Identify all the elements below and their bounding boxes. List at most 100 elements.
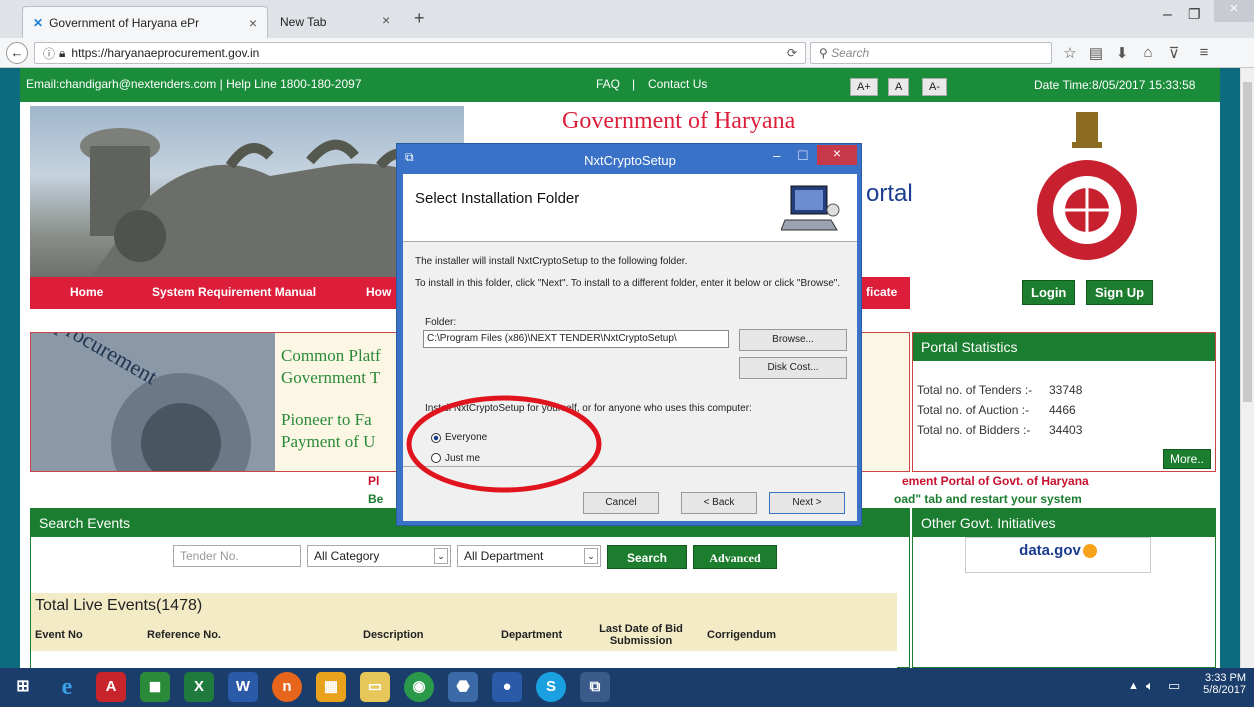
column-header: Reference No. xyxy=(147,629,221,641)
page-scrollbar[interactable] xyxy=(1240,68,1254,668)
column-header: Event No xyxy=(35,629,83,641)
next-button[interactable]: Next > xyxy=(769,492,845,514)
installer-taskbar-icon[interactable]: ⧉ xyxy=(580,672,610,702)
chrome-icon[interactable]: ◉ xyxy=(404,672,434,702)
tab-title: New Tab xyxy=(280,15,327,29)
info-icon[interactable]: ⓘ xyxy=(43,45,55,62)
acrobat-icon[interactable]: A xyxy=(96,672,126,702)
data-gov-logo: data.gov xyxy=(1019,542,1081,559)
folder-label: Folder: xyxy=(425,317,457,328)
app-icon[interactable]: n xyxy=(272,672,302,702)
data-gov-link[interactable]: data.gov xyxy=(965,537,1151,573)
firefox-favicon-icon: ✕ xyxy=(33,15,44,30)
banner-line: Common Platf xyxy=(281,346,381,365)
faq-link[interactable]: FAQ xyxy=(596,77,620,91)
minimize-button[interactable]: – xyxy=(1163,6,1172,24)
menu-certificate[interactable]: ficate xyxy=(866,285,897,299)
department-select[interactable]: All Department ⌄ xyxy=(457,545,601,567)
windows-start-icon[interactable]: ⊞ xyxy=(8,672,38,702)
haryana-emblem xyxy=(1032,110,1142,266)
gear-icon: procurement xyxy=(31,333,275,471)
url-bar[interactable]: ⓘ 🔒︎ https://haryanaeprocurement.gov.in … xyxy=(34,42,806,64)
reading-list-icon[interactable]: ▤ xyxy=(1086,44,1106,62)
tab-haryana[interactable]: ✕ Government of Haryana ePr × xyxy=(22,6,268,38)
banner-line: Government T xyxy=(281,368,381,387)
folder-icon[interactable]: ▭ xyxy=(360,672,390,702)
volume-icon[interactable]: 🔈︎ xyxy=(1146,678,1154,694)
column-header: Corrigendum xyxy=(707,629,777,641)
clock[interactable]: 3:33 PM 5/8/2017 xyxy=(1190,672,1246,696)
scrollbar-thumb[interactable] xyxy=(1243,82,1252,402)
stat-value: 4466 xyxy=(1049,403,1076,417)
dialog-heading: Select Installation Folder xyxy=(415,190,580,207)
site-subtitle: ortal xyxy=(866,180,913,207)
network-icon[interactable]: ▭ xyxy=(1168,678,1180,694)
browse-button[interactable]: Browse... xyxy=(739,329,847,351)
data-gov-logo-icon xyxy=(1082,544,1097,559)
reload-icon[interactable]: ⟳ xyxy=(787,46,797,60)
banner-line: Payment of U xyxy=(281,432,376,451)
disk-cost-button[interactable]: Disk Cost... xyxy=(739,357,847,379)
download-icon[interactable]: ⬇ xyxy=(1112,44,1132,62)
internet-explorer-icon[interactable]: e xyxy=(52,672,82,702)
font-decrease-button[interactable]: A- xyxy=(922,78,947,96)
install-info-line2: To install in this folder, click "Next".… xyxy=(415,278,841,289)
new-tab-button[interactable]: + xyxy=(414,8,425,29)
stat-label: Total no. of Bidders :- xyxy=(917,423,1031,437)
folder-path-input[interactable]: C:\Program Files (x86)\NEXT TENDER\NxtCr… xyxy=(423,330,729,348)
restore-button[interactable]: ❐ xyxy=(1188,6,1201,23)
contact-us-link[interactable]: Contact Us xyxy=(648,77,707,91)
url-text: https://haryanaeprocurement.gov.in xyxy=(71,46,260,60)
column-header: Description xyxy=(363,629,424,641)
tray-arrow-icon[interactable]: ▲ xyxy=(1128,680,1139,692)
chevron-down-icon: ⌄ xyxy=(584,548,598,564)
more-button[interactable]: More.. xyxy=(1162,449,1211,469)
notice-fragment: oad" tab and restart your system xyxy=(894,492,1082,506)
file-manager-icon[interactable]: ▦ xyxy=(316,672,346,702)
excel-icon[interactable]: X xyxy=(184,672,214,702)
menu-system-requirement-manual[interactable]: System Requirement Manual xyxy=(152,285,316,299)
search-events-panel: Search Events Tender No. All Category ⌄ A… xyxy=(30,508,910,668)
font-increase-button[interactable]: A+ xyxy=(850,78,878,96)
back-arrow-icon[interactable]: ← xyxy=(6,42,28,64)
tab-title: Government of Haryana ePr xyxy=(49,15,200,30)
font-normal-button[interactable]: A xyxy=(888,78,910,96)
bookmark-star-icon[interactable]: ☆ xyxy=(1060,44,1080,62)
signup-button[interactable]: Sign Up xyxy=(1086,280,1154,305)
tender-number-input[interactable]: Tender No. xyxy=(173,545,301,567)
navigation-bar: ← ⓘ 🔒︎ https://haryanaeprocurement.gov.i… xyxy=(0,38,1254,68)
network-app-icon[interactable]: ⬣ xyxy=(448,672,478,702)
firefox-icon[interactable]: ● xyxy=(492,672,522,702)
dialog-close-button[interactable]: × xyxy=(817,145,857,165)
table-row xyxy=(31,651,897,668)
events-table: Total Live Events(1478) Event No Referen… xyxy=(31,593,897,668)
computer-setup-icon xyxy=(781,185,840,231)
home-icon[interactable]: ⌂ xyxy=(1138,44,1158,61)
portal-statistics-heading: Portal Statistics xyxy=(913,333,1215,361)
stat-value: 33748 xyxy=(1049,383,1083,397)
notice-fragment: Pl xyxy=(368,474,380,488)
back-button[interactable]: < Back xyxy=(681,492,757,514)
skype-icon[interactable]: S xyxy=(536,672,566,702)
tab-close-icon[interactable]: × xyxy=(249,15,257,31)
other-initiatives-panel: Other Govt. Initiatives data.gov xyxy=(912,508,1216,668)
banner-text: Common Platf Government T Pioneer to Fa … xyxy=(281,345,381,453)
tab-close-icon[interactable]: × xyxy=(382,12,390,28)
pocket-icon[interactable]: ⊽ xyxy=(1164,44,1184,62)
category-select[interactable]: All Category ⌄ xyxy=(307,545,451,567)
advanced-button[interactable]: Advanced xyxy=(693,545,777,569)
menu-icon[interactable]: ≡ xyxy=(1194,44,1214,61)
search-input[interactable]: ⚲ Search xyxy=(810,42,1052,64)
store-icon[interactable]: ◼ xyxy=(140,672,170,702)
menu-home[interactable]: Home xyxy=(70,285,103,299)
dialog-titlebar: ⧉ NxtCryptoSetup – ☐ × xyxy=(397,144,863,174)
close-window-button[interactable]: × xyxy=(1214,0,1254,22)
minimize-button[interactable]: – xyxy=(773,148,780,163)
search-button[interactable]: Search xyxy=(607,545,687,569)
tab-new[interactable]: New Tab xyxy=(270,6,400,38)
login-button[interactable]: Login xyxy=(1022,280,1076,305)
word-icon[interactable]: W xyxy=(228,672,258,702)
banner-line: Pioneer to Fa xyxy=(281,410,372,429)
menu-how[interactable]: How xyxy=(366,285,391,299)
lock-icon: 🔒︎ xyxy=(59,45,66,60)
